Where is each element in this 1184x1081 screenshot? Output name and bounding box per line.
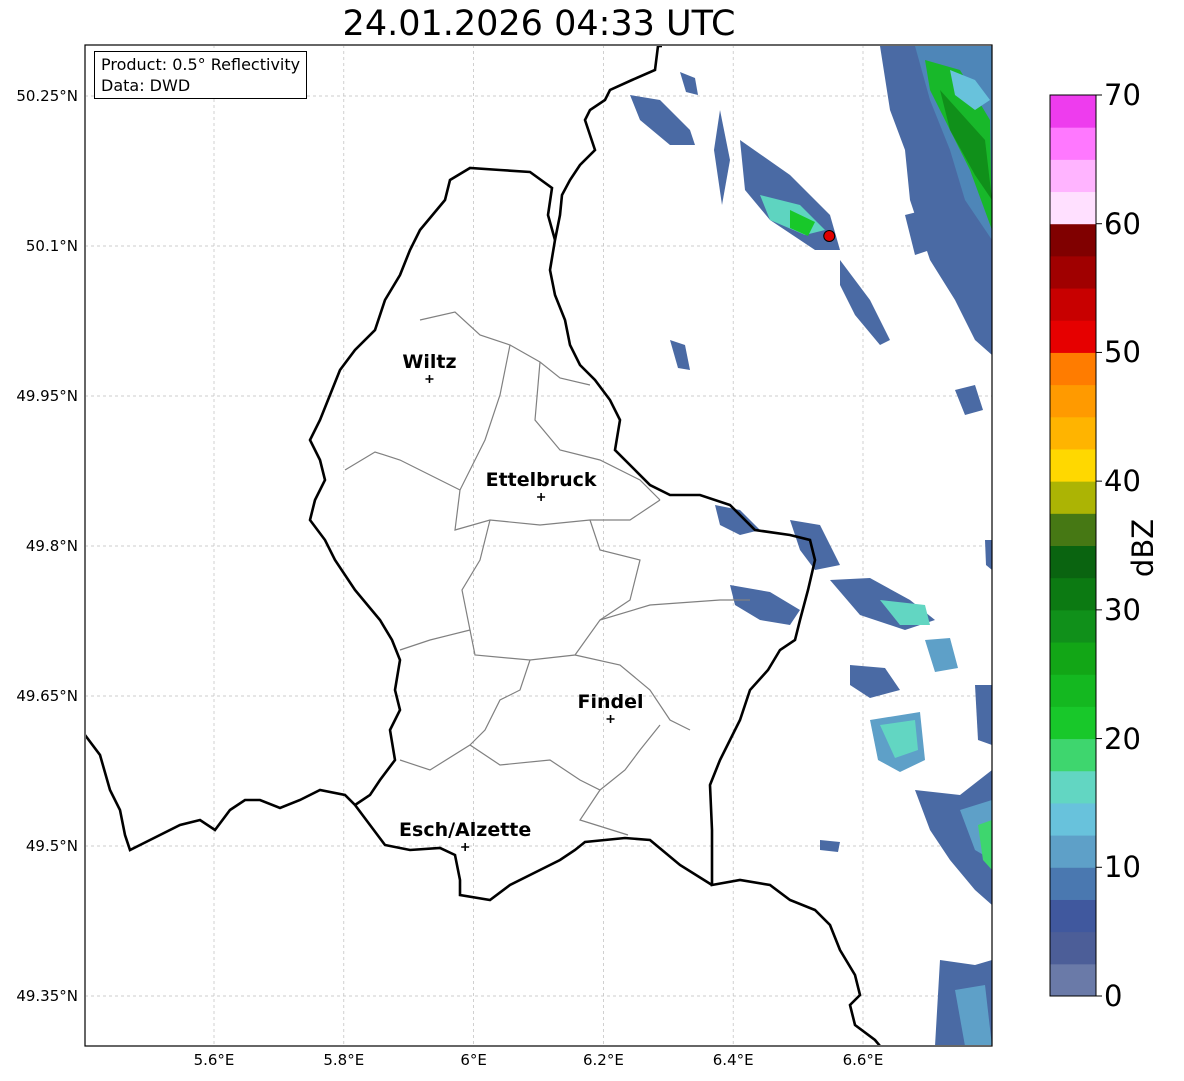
colorbar-segment	[1050, 931, 1096, 965]
colorbar-tick-label: 60	[1104, 206, 1141, 241]
colorbar-tick-label: 70	[1104, 78, 1141, 112]
colorbar-segment	[1050, 481, 1096, 514]
x-tick-label: 6.4°E	[712, 1051, 754, 1069]
radar-map	[84, 44, 1102, 1047]
y-tick-label: 49.35°N	[16, 987, 78, 1005]
colorbar-tick-label: 30	[1104, 592, 1141, 627]
y-tick-label: 50.1°N	[25, 237, 78, 255]
colorbar-segment	[1050, 255, 1096, 289]
colorbar-segment	[1050, 545, 1096, 579]
colorbar-segment	[1050, 384, 1096, 418]
colorbar-segment	[1050, 802, 1096, 836]
colorbar-tick-label: 10	[1104, 850, 1141, 885]
colorbar-segment	[1050, 642, 1096, 675]
colorbar-segment	[1050, 867, 1096, 900]
city-label: Ettelbruck	[485, 469, 597, 491]
y-tick-label: 49.5°N	[25, 837, 78, 855]
colorbar-segment	[1050, 738, 1096, 772]
x-tick-label: 5.8°E	[323, 1051, 365, 1069]
y-tick-label: 49.95°N	[16, 387, 78, 405]
radar-site-marker	[823, 230, 836, 242]
colorbar-tick-label: 0	[1104, 979, 1123, 1013]
colorbar-segment	[1050, 191, 1096, 225]
product-label: Product: 0.5° Reflectivity	[101, 55, 301, 74]
colorbar-segment	[1050, 513, 1096, 546]
colorbar-segment	[1050, 674, 1096, 707]
colorbar	[1049, 94, 1102, 997]
data-source-label: Data: DWD	[101, 76, 191, 95]
x-tick-label: 6°E	[460, 1051, 487, 1069]
city-label: Esch/Alzette	[399, 819, 532, 841]
colorbar-segment	[1050, 95, 1096, 128]
colorbar-segment	[1050, 416, 1096, 450]
colorbar-segment	[1050, 320, 1096, 353]
y-tick-label: 50.25°N	[16, 87, 78, 105]
colorbar-tick-label: 50	[1104, 335, 1141, 370]
city-label: Findel	[577, 691, 644, 713]
colorbar-segment	[1050, 223, 1096, 257]
x-tick-label: 6.6°E	[842, 1051, 884, 1069]
colorbar-segment	[1050, 706, 1096, 740]
y-tick-label: 49.65°N	[16, 687, 78, 705]
colorbar-segment	[1050, 770, 1096, 804]
colorbar-segment	[1050, 288, 1096, 321]
map-background	[85, 45, 992, 1046]
info-box: Product: 0.5° Reflectivity Data: DWD	[94, 51, 308, 99]
colorbar-segment	[1050, 352, 1096, 386]
colorbar-segment	[1050, 577, 1096, 611]
colorbar-segment	[1050, 448, 1096, 482]
x-tick-label: 5.6°E	[193, 1051, 235, 1069]
colorbar-segment	[1050, 835, 1096, 868]
x-tick-label: 6.2°E	[582, 1051, 624, 1069]
colorbar-segment	[1050, 127, 1096, 160]
colorbar-segment	[1050, 159, 1096, 193]
colorbar-segment	[1050, 609, 1096, 643]
colorbar-segment	[1050, 899, 1096, 933]
colorbar-tick-label: 40	[1104, 464, 1141, 499]
city-label: Wiltz	[402, 351, 457, 373]
y-tick-label: 49.8°N	[25, 537, 78, 555]
colorbar-segment	[1050, 963, 1096, 997]
colorbar-tick-label: 20	[1104, 721, 1141, 756]
colorbar-label: dBZ	[1126, 518, 1160, 578]
